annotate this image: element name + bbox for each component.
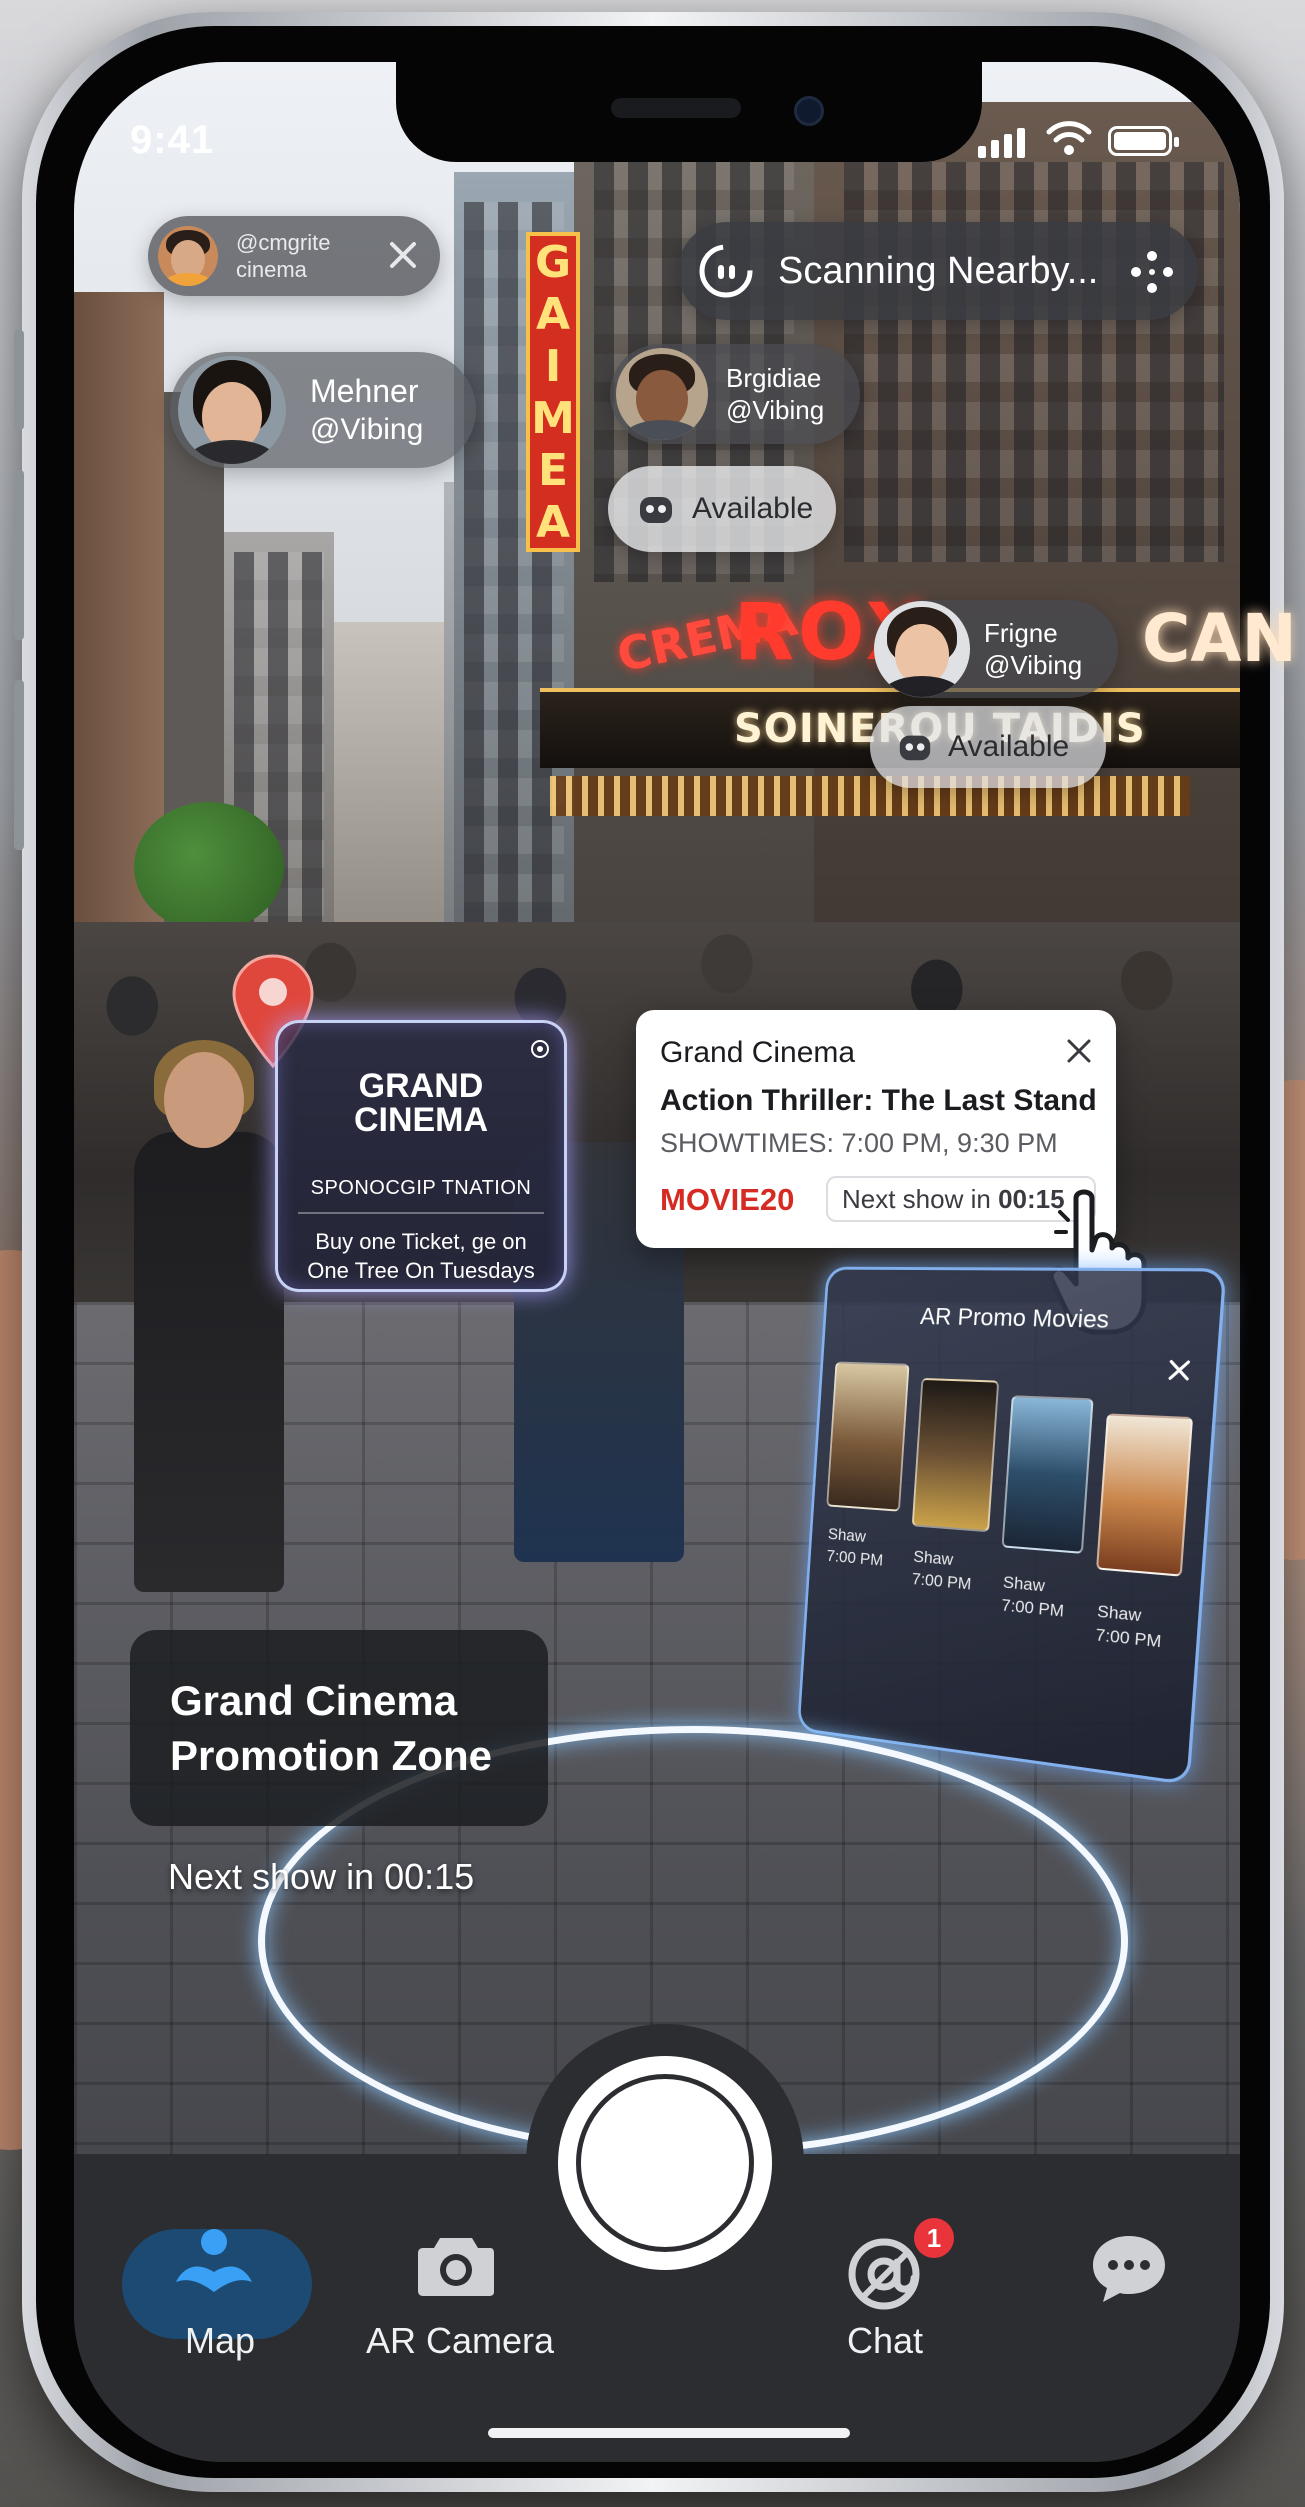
avatar: [178, 356, 286, 464]
promo-sponsor: SPONOCGIP TNATION: [298, 1177, 544, 1214]
movie-poster[interactable]: [826, 1361, 910, 1512]
promotion-zone-card[interactable]: Grand Cinema Promotion Zone: [130, 1630, 548, 1826]
tab-map-label: Map: [184, 2320, 256, 2361]
grand-cinema-promo-card[interactable]: GRAND CINEMA SPONOCGIP TNATION Buy one T…: [275, 1020, 567, 1292]
ar-panel-title: AR Promo Movies: [919, 1303, 1110, 1334]
promo-title-line2: CINEMA: [353, 1101, 489, 1139]
info-icon[interactable]: [530, 1039, 550, 1059]
ar-promo-movies-panel[interactable]: AR Promo Movies Shaw 7:00 PM Shaw 7:00 PM …: [796, 1266, 1227, 1786]
volume-down-button: [14, 680, 24, 850]
mute-switch: [14, 330, 24, 430]
home-indicator[interactable]: [488, 2428, 850, 2438]
user-pill-brgidiae[interactable]: Brgidiae @Vibing: [610, 344, 860, 444]
tab-ar-camera-label[interactable]: AR Camera: [360, 2320, 560, 2362]
robot-icon: [640, 497, 672, 523]
camera-icon[interactable]: [416, 2232, 496, 2298]
zone-title: Grand Cinema Promotion Zone: [170, 1677, 492, 1779]
notch: [396, 62, 982, 162]
zone-next-show: Next show in 00:15: [168, 1856, 475, 1897]
sparkle-icon: [1131, 251, 1173, 293]
user-pill-cinema[interactable]: @cmgrite cinema: [148, 216, 440, 296]
close-icon[interactable]: [1064, 1036, 1094, 1066]
radar-icon: [699, 244, 753, 298]
shutter-ring: [576, 2074, 754, 2252]
movie-poster[interactable]: [1096, 1413, 1194, 1577]
movie-info-card[interactable]: Grand Cinema Action Thriller: The Last S…: [636, 1010, 1116, 1248]
close-icon[interactable]: [386, 238, 420, 272]
poster-caption: Shaw 7:00 PM: [1000, 1572, 1065, 1621]
movie-poster[interactable]: [911, 1377, 1000, 1533]
signal-icon: [978, 128, 1025, 158]
people-map-icon: [176, 2229, 252, 2292]
avatar: [158, 226, 218, 286]
promo-offer: Buy one Ticket, ge on One Tree On Tuesda…: [307, 1229, 535, 1283]
promo-code[interactable]: MOVIE20: [660, 1182, 794, 1218]
available-badge-2[interactable]: Available: [870, 706, 1106, 788]
movie-showtimes: SHOWTIMES: 7:00 PM, 9:30 PM: [660, 1128, 1058, 1158]
available-badge[interactable]: Available: [608, 466, 836, 552]
robot-icon: [899, 735, 931, 761]
tab-chat-label[interactable]: Chat: [820, 2320, 950, 2362]
user-pill-mehner[interactable]: Mehner @Vibing: [170, 352, 476, 468]
poster-caption: Shaw 7:00 PM: [826, 1524, 884, 1570]
street-tree: [134, 802, 284, 932]
chat-badge: 1: [914, 2218, 954, 2258]
message-bubble-icon[interactable]: [1090, 2232, 1168, 2304]
movie-venue: Grand Cinema: [660, 1036, 856, 1069]
volume-up-button: [14, 470, 24, 640]
movie-title: Action Thriller: The Last Stand: [660, 1084, 1097, 1117]
avatar: [616, 348, 708, 440]
woman-figure: [134, 1132, 284, 1592]
poster-caption: Shaw 7:00 PM: [911, 1547, 972, 1594]
wifi-icon: [1046, 121, 1092, 155]
status-time: 9:41: [130, 118, 215, 162]
scanning-nearby-pill[interactable]: Scanning Nearby...: [678, 222, 1198, 320]
battery-icon: [1108, 126, 1179, 156]
neon-right-sign: CAN: [1142, 600, 1297, 677]
movie-poster[interactable]: [1001, 1395, 1094, 1554]
promo-title-line1: GRAND: [358, 1067, 484, 1105]
close-icon[interactable]: [1166, 1357, 1193, 1383]
poster-caption: Shaw 7:00 PM: [1094, 1601, 1163, 1652]
user-pill-frigne[interactable]: Frigne @Vibing: [874, 600, 1118, 698]
vertical-neon-sign: GAIMEA: [526, 232, 580, 552]
avatar: [874, 601, 970, 697]
